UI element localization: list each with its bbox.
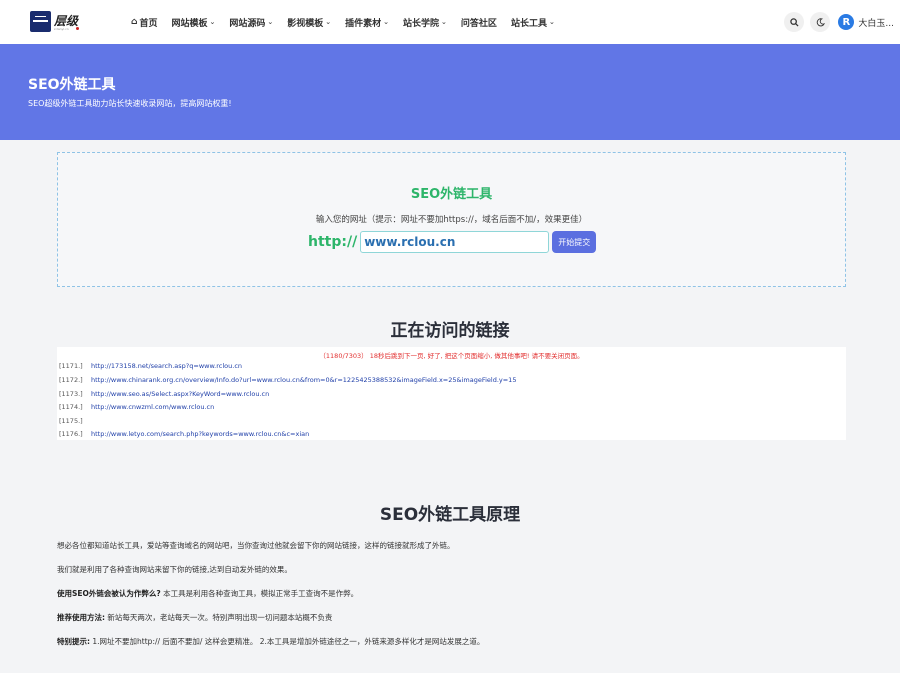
- log-index: [1172.]: [59, 376, 83, 384]
- logo-text: 层级: [54, 14, 79, 28]
- paragraph-text: 本工具是利用各种查询工具，模拟正常手工查询不是作弊。: [163, 589, 359, 598]
- header-tools: R 大白玉...: [784, 0, 900, 44]
- log-index: [1174.]: [59, 403, 83, 411]
- principle-paragraph: 推荐使用方法: 新站每天两次，老站每天一次。特别声明出现一切问题本站概不负责: [57, 612, 332, 623]
- site-logo[interactable]: 层级 z-tanyi.cn: [30, 8, 80, 34]
- paragraph-text: 1.网址不要加http:// 后面不要加/ 这样会更精准。 2.本工具是增加外链…: [92, 637, 485, 646]
- chevron-down-icon: ⌄: [441, 18, 447, 26]
- tool-title: SEO外链工具: [410, 187, 493, 202]
- log-row: [1173.] http://www.seo.as/Select.aspx?Key…: [59, 390, 269, 398]
- http-prefix: http://: [308, 234, 358, 250]
- nav-label: 插件素材: [345, 18, 382, 29]
- progress-status: （1180/7303） 18秒后跳到下一页, 好了, 把这个页面缩小, 做其他事…: [319, 352, 584, 360]
- nav-item-source[interactable]: 网站源码 ⌄: [229, 16, 273, 29]
- search-icon: [790, 17, 799, 27]
- nav-label: 首页: [139, 18, 158, 29]
- log-row: [1172.] http://www.chinarank.org.cn/overv…: [59, 376, 516, 384]
- principle-paragraph: 特别提示: 1.网址不要加http:// 后面不要加/ 这样会更精准。 2.本工…: [57, 636, 484, 647]
- paragraph-lead: 使用SEO外链会被认为作弊么?: [57, 589, 161, 598]
- tool-hint: 输入您的网址（提示：网址不要加https://，域名后面不加/，效果更佳）: [315, 215, 588, 225]
- page-subtitle: SEO超级外链工具助力站长快速收录网站，提高网站权重!: [28, 99, 232, 108]
- principle-paragraph: 使用SEO外链会被认为作弊么? 本工具是利用各种查询工具，模拟正常手工查询不是作…: [57, 588, 358, 599]
- page-title: SEO外链工具: [28, 77, 116, 93]
- log-index: [1173.]: [59, 390, 83, 398]
- home-icon: ⌂: [131, 17, 138, 27]
- main-nav: ⌂ 首页 网站模板 ⌄ 网站源码 ⌄ 影视模板 ⌄ 插件素材 ⌄ 站长学院 ⌄ …: [131, 0, 569, 44]
- dark-mode-toggle[interactable]: [810, 12, 831, 32]
- log-row: [1176.] http://www.letyo.com/search.php?k…: [59, 430, 309, 438]
- nav-item-home[interactable]: ⌂ 首页: [131, 16, 157, 29]
- user-name[interactable]: 大白玉...: [858, 16, 894, 29]
- log-url[interactable]: http://www.chinarank.org.cn/overview/Inf…: [91, 376, 516, 384]
- nav-label: 站长学院: [403, 18, 440, 29]
- principle-paragraph: 想必各位都知道站长工具，爱站等查询域名的网站吧，当你查询过他就会留下你的网站链接…: [57, 541, 455, 550]
- visiting-title: 正在访问的链接: [390, 321, 510, 341]
- nav-label: 影视模板: [287, 18, 324, 29]
- nav-item-qa[interactable]: 问答社区: [461, 16, 497, 29]
- nav-item-academy[interactable]: 站长学院 ⌄: [403, 16, 447, 29]
- paragraph-text: 新站每天两次，老站每天一次。特别声明出现一切问题本站概不负责: [107, 613, 333, 622]
- nav-label: 站长工具: [510, 18, 547, 29]
- paragraph-lead: 特别提示:: [57, 637, 90, 646]
- paragraph-lead: 推荐使用方法:: [57, 613, 105, 622]
- nav-item-plugins[interactable]: 插件素材 ⌄: [345, 16, 389, 29]
- search-button[interactable]: [784, 12, 805, 32]
- url-form: http:// 开始提交: [308, 231, 597, 253]
- log-index: [1176.]: [59, 430, 83, 438]
- nav-label: 网站模板: [171, 18, 208, 29]
- principles-title: SEO外链工具原理: [379, 505, 521, 525]
- principle-paragraph: 我们就是利用了各种查询网站来留下你的链接,达到自动发外链的效果。: [57, 565, 292, 574]
- submit-button[interactable]: 开始提交: [552, 231, 597, 253]
- page-banner: SEO外链工具 SEO超级外链工具助力站长快速收录网站，提高网站权重!: [0, 44, 900, 140]
- chevron-down-icon: ⌄: [548, 18, 555, 26]
- log-index: [1171.]: [59, 362, 83, 370]
- logo-subtext: z-tanyi.cn: [54, 27, 69, 31]
- log-row: [1174.] http://www.cnwzml.com/www.rclou.c…: [59, 403, 214, 411]
- logo-dot-icon: [76, 27, 79, 30]
- log-index: [1175.]: [59, 417, 83, 425]
- avatar[interactable]: R: [838, 14, 855, 30]
- log-row: [1175.]: [59, 417, 91, 425]
- log-url[interactable]: http://www.letyo.com/search.php?keywords…: [91, 430, 309, 438]
- logo-mark-icon: [30, 10, 51, 32]
- url-input[interactable]: [360, 231, 550, 253]
- chevron-down-icon: ⌄: [383, 18, 390, 26]
- nav-item-templates[interactable]: 网站模板 ⌄: [171, 16, 215, 29]
- log-row: [1171.] http://173158.net/search.asp?q=ww…: [59, 362, 242, 370]
- log-url[interactable]: http://www.cnwzml.com/www.rclou.cn: [91, 403, 214, 411]
- chevron-down-icon: ⌄: [325, 18, 332, 26]
- chevron-down-icon: ⌄: [267, 18, 274, 26]
- seo-tool-panel: SEO外链工具 输入您的网址（提示：网址不要加https://，域名后面不加/，…: [57, 152, 846, 287]
- nav-label: 问答社区: [460, 18, 497, 29]
- chevron-down-icon: ⌄: [209, 18, 216, 26]
- nav-item-video-templates[interactable]: 影视模板 ⌄: [287, 16, 331, 29]
- moon-icon: [816, 17, 825, 26]
- log-url[interactable]: http://173158.net/search.asp?q=www.rclou…: [91, 362, 242, 370]
- top-navbar: 层级 z-tanyi.cn ⌂ 首页 网站模板 ⌄ 网站源码 ⌄ 影视模板 ⌄ …: [0, 0, 900, 44]
- log-url[interactable]: http://www.seo.as/Select.aspx?KeyWord=ww…: [91, 390, 269, 398]
- visit-log: （1180/7303） 18秒后跳到下一页, 好了, 把这个页面缩小, 做其他事…: [57, 347, 846, 440]
- nav-label: 网站源码: [229, 18, 266, 29]
- nav-item-tools[interactable]: 站长工具 ⌄: [511, 16, 555, 29]
